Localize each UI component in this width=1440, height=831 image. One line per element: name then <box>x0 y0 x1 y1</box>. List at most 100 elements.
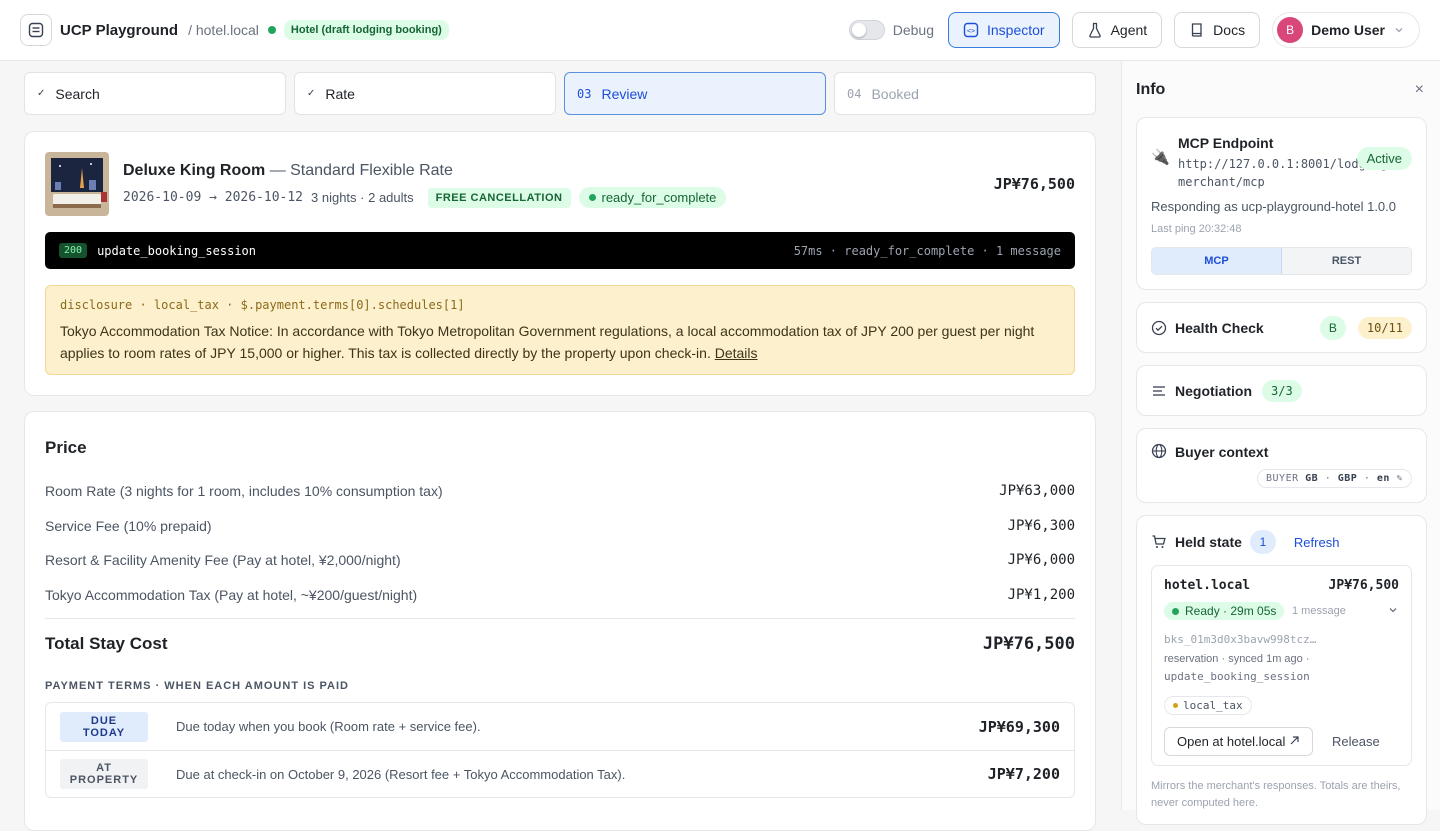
buyer-chip[interactable]: BUYER GB · GBP · en ✎ <box>1257 469 1412 488</box>
stay-dates: 2026-10-09 → 2026-10-12 <box>123 190 304 205</box>
held-item-operation: update_booking_session <box>1164 670 1310 683</box>
agent-button[interactable]: Agent <box>1071 12 1163 48</box>
protocol-toggle: MCP REST <box>1151 247 1412 275</box>
held-item-tax-tag: local_tax <box>1164 696 1252 715</box>
total-amount: JP¥76,500 <box>982 633 1075 654</box>
disclosure-text: Tokyo Accommodation Tax Notice: In accor… <box>60 320 1060 364</box>
held-count: 1 <box>1249 530 1276 554</box>
step-booked[interactable]: 04 Booked <box>834 72 1096 115</box>
open-label: Open at hotel.local <box>1177 734 1286 749</box>
room-card: Deluxe King Room — Standard Flexible Rat… <box>24 131 1096 396</box>
room-thumbnail <box>45 152 109 216</box>
chevron-down-icon[interactable] <box>1387 604 1399 616</box>
agent-label: Agent <box>1110 22 1148 38</box>
external-link-icon <box>1290 736 1299 745</box>
held-item-name: hotel.local <box>1164 578 1251 593</box>
cart-icon <box>1152 535 1166 548</box>
room-price: JP¥76,500 <box>993 175 1075 193</box>
refresh-button[interactable]: Refresh <box>1294 535 1340 550</box>
svg-text:<>: <> <box>967 27 975 35</box>
status-dot <box>1172 607 1179 615</box>
term-description: Due at check-in on October 9, 2026 (Reso… <box>176 766 626 782</box>
breadcrumb[interactable]: / hotel.local <box>188 22 259 38</box>
status-dot <box>267 26 276 34</box>
inspector-label: Inspector <box>986 22 1045 38</box>
payment-terms: DUE TODAY Due today when you book (Room … <box>45 702 1075 798</box>
price-rows: Room Rate (3 nights for 1 room, includes… <box>45 474 1075 612</box>
mcp-title: MCP Endpoint <box>1178 135 1274 151</box>
total-label: Total Stay Cost <box>45 633 168 653</box>
info-panel: Info × 🔌 MCP Endpoint http://127.0.0.1:8… <box>1121 61 1440 825</box>
open-at-merchant-button[interactable]: Open at hotel.local <box>1164 727 1314 756</box>
step-review[interactable]: 03 Review <box>564 72 826 115</box>
held-state-header: Held state 1 Refresh <box>1151 530 1339 554</box>
step-label: Search <box>55 85 100 102</box>
step-search[interactable]: ✓ Search <box>24 72 286 115</box>
price-row-label: Room Rate (3 nights for 1 room, includes… <box>45 483 443 500</box>
negotiation-score: 3/3 <box>1262 379 1302 402</box>
step-number: 03 <box>577 86 592 101</box>
price-title: Price <box>45 438 87 457</box>
held-item-id: bks_01m3d0x3bavw998tcz… <box>1164 633 1317 646</box>
debug-label: Debug <box>892 22 934 38</box>
mcp-url[interactable]: http://127.0.0.1:8001/lodging-merchant/m… <box>1178 155 1395 191</box>
term-description: Due today when you book (Room rate + ser… <box>176 719 481 734</box>
health-check-card[interactable]: Health Check B 10/11 <box>1136 302 1427 353</box>
check-icon: ✓ <box>37 88 46 99</box>
session-status-badge: ready_for_complete <box>578 187 727 208</box>
scenario-badge: Hotel (draft lodging booking) <box>283 20 449 40</box>
tax-disclosure: disclosure · local_tax · $.payment.terms… <box>45 285 1075 375</box>
buyer-country: GB <box>1305 473 1319 484</box>
step-rate[interactable]: ✓ Rate <box>294 72 556 115</box>
total-row: Total Stay Cost JP¥76,500 <box>45 618 1075 668</box>
close-icon[interactable]: × <box>1415 81 1424 99</box>
top-bar: UCP Playground / hotel.local Hotel (draf… <box>0 0 1440 61</box>
payment-terms-heading: PAYMENT TERMS · WHEN EACH AMOUNT IS PAID <box>45 680 350 692</box>
release-button[interactable]: Release <box>1332 734 1380 749</box>
price-row-amount: JP¥6,300 <box>1007 517 1075 534</box>
negotiation-card[interactable]: Negotiation 3/3 <box>1136 365 1427 416</box>
plug-icon: 🔌 <box>1151 149 1170 166</box>
response-bar[interactable]: 200 update_booking_session 57ms · ready_… <box>45 232 1075 269</box>
term-badge: AT PROPERTY <box>60 759 148 789</box>
term-badge: DUE TODAY <box>60 711 148 742</box>
user-menu[interactable]: B Demo User <box>1272 12 1420 48</box>
buyer-label: BUYER <box>1266 473 1299 484</box>
status-dot <box>588 194 596 201</box>
health-grade: B <box>1319 315 1346 340</box>
held-item-status: Ready · 29m 05s <box>1164 602 1285 620</box>
avatar: B <box>1277 17 1304 43</box>
book-icon <box>1192 23 1202 37</box>
held-item-price: JP¥76,500 <box>1328 578 1399 593</box>
protocol-mcp-button[interactable]: MCP <box>1152 248 1282 274</box>
session-status-text: ready_for_complete <box>601 190 717 205</box>
lines-icon <box>1153 385 1165 396</box>
held-item-sync: reservation · synced 1m ago · <box>1164 653 1310 665</box>
step-label: Review <box>601 85 648 102</box>
debug-toggle[interactable] <box>848 20 885 40</box>
sidebar-toggle-button[interactable] <box>20 14 52 46</box>
price-row: Room Rate (3 nights for 1 room, includes… <box>45 474 1075 509</box>
details-link[interactable]: Details <box>715 345 758 361</box>
disclosure-body: Tokyo Accommodation Tax Notice: In accor… <box>60 323 1035 361</box>
mcp-responding: Responding as ucp-playground-hotel 1.0.0 <box>1151 199 1397 214</box>
term-amount: JP¥69,300 <box>978 717 1060 736</box>
mcp-last-ping: Last ping 20:32:48 <box>1151 223 1242 235</box>
buyer-title: Buyer context <box>1175 444 1269 460</box>
held-state-note: Mirrors the merchant's responses. Totals… <box>1151 780 1401 809</box>
panel-icon <box>28 22 44 38</box>
term-row-due-today: DUE TODAY Due today when you book (Room … <box>46 703 1074 750</box>
status-badge: Active <box>1356 147 1412 170</box>
held-state-card: Held state 1 Refresh hotel.local JP¥76,5… <box>1136 515 1427 825</box>
rate-name: — Standard Flexible Rate <box>269 162 453 179</box>
inspector-button[interactable]: <> Inspector <box>947 12 1060 48</box>
price-row-label: Resort & Facility Amenity Fee (Pay at ho… <box>45 552 401 569</box>
term-amount: JP¥7,200 <box>987 765 1060 783</box>
booking-steps: ✓ Search ✓ Rate 03 Review 04 Booked <box>24 72 1096 115</box>
user-name: Demo User <box>1311 22 1385 38</box>
protocol-rest-button[interactable]: REST <box>1282 248 1411 274</box>
app-title: UCP Playground <box>60 21 179 39</box>
price-row-amount: JP¥6,000 <box>1007 552 1075 569</box>
docs-button[interactable]: Docs <box>1174 12 1261 48</box>
price-row-amount: JP¥63,000 <box>999 483 1075 500</box>
